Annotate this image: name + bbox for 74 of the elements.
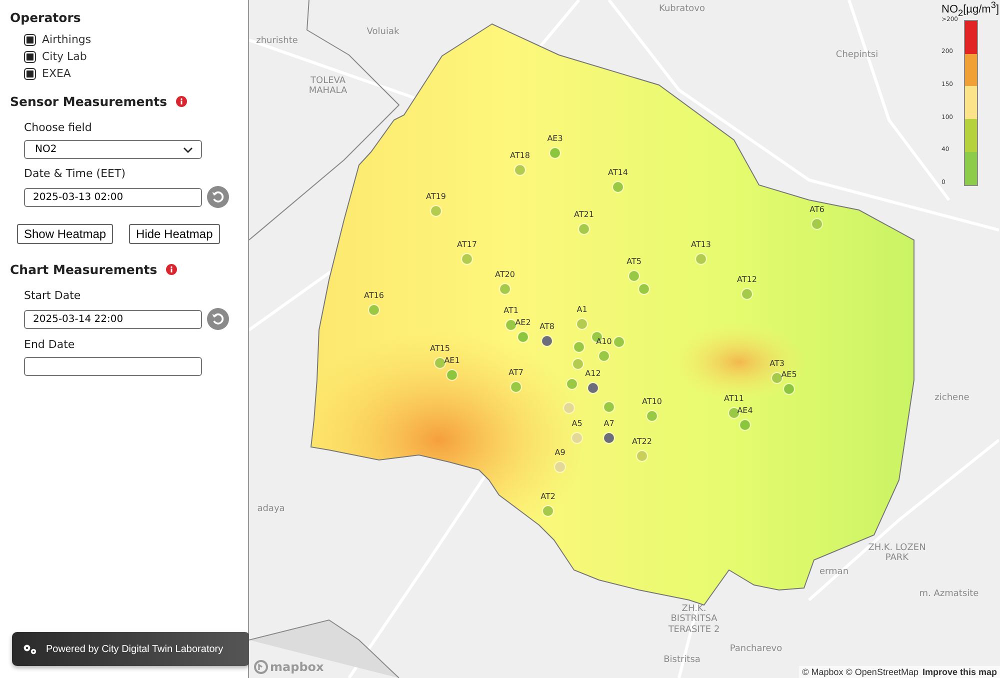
sensor-label: AE4 xyxy=(737,406,753,415)
sensor-label: AE1 xyxy=(444,356,460,365)
sensor-label: AT10 xyxy=(642,397,662,406)
sensor-label: A7 xyxy=(604,419,614,428)
sensor-label: AT8 xyxy=(540,322,554,331)
section-heading: Sensor Measurements xyxy=(10,94,168,109)
powered-by-badge[interactable]: Powered by City Digital Twin Laboratory xyxy=(12,632,250,666)
place-label: Chepintsi xyxy=(836,50,878,60)
mapbox-icon xyxy=(254,660,268,674)
sensor-label: AT7 xyxy=(508,368,524,377)
sensor-label: AT3 xyxy=(770,359,784,368)
field-label: Choose field xyxy=(24,121,93,134)
sensor-label: AT18 xyxy=(510,151,530,160)
place-label: zhurishte xyxy=(256,36,298,46)
reset-icon xyxy=(207,186,229,208)
place-label: adaya xyxy=(257,504,285,514)
checkbox[interactable] xyxy=(24,50,36,62)
place-label: Voluiak xyxy=(366,27,400,37)
sensor-label: AT22 xyxy=(632,437,652,446)
checkbox-label[interactable]: Airthings xyxy=(42,33,92,46)
place-label: zichene xyxy=(934,393,970,403)
sensor-label: AT19 xyxy=(426,192,446,201)
heatmap-button[interactable]: Show Heatmap xyxy=(17,224,114,244)
sensor-label: A12 xyxy=(585,369,601,378)
sensor-label: A5 xyxy=(572,419,582,428)
sensor-label: AT5 xyxy=(626,257,642,266)
field-label: End Date xyxy=(24,338,76,351)
sensor-label: AT13 xyxy=(691,240,711,249)
gears-icon xyxy=(22,643,38,655)
place-label: ZH.K. LOZEN PARK xyxy=(867,543,927,564)
sensor-label: AE3 xyxy=(547,134,563,143)
sensor-label: A10 xyxy=(596,337,612,346)
place-label: m. Azmatsite xyxy=(919,589,979,599)
checkbox[interactable] xyxy=(24,34,36,46)
place-label: ZH.K. BISTRITSA TERASITE 2 xyxy=(667,604,721,636)
section-heading: Operators xyxy=(10,10,81,25)
field-label: Date & Time (EET) xyxy=(24,167,126,180)
place-label: Bistritsa xyxy=(664,655,700,665)
sensor-label: AT12 xyxy=(737,275,757,284)
checkbox-label[interactable]: EXEA xyxy=(42,67,71,80)
sensor-label: AT16 xyxy=(364,291,384,300)
sensor-label: AE2 xyxy=(515,318,531,327)
sensor-label: AT1 xyxy=(504,306,518,315)
sensor-label: AT2 xyxy=(540,492,556,501)
sensor-label: AT17 xyxy=(457,240,477,249)
date-input[interactable] xyxy=(24,357,202,376)
field-label: Start Date xyxy=(24,289,82,302)
sensor-label: A1 xyxy=(576,305,588,314)
info-icon xyxy=(176,96,188,107)
place-label: TOLEVA MAHALA xyxy=(308,76,348,97)
legend-title: NO$_{2}$[µg/m$^{3}$] xyxy=(942,0,1000,18)
date-input[interactable]: 2025-03-14 22:00 xyxy=(24,310,202,328)
sensor-label: AT11 xyxy=(724,394,744,403)
attribution-text: © Mapbox © OpenStreetMap xyxy=(802,667,918,677)
sensor-label: AT20 xyxy=(495,270,515,279)
date-input[interactable]: 2025-03-13 02:00 xyxy=(24,188,202,206)
sensor-label: AT6 xyxy=(810,205,824,214)
sensor-label: A9 xyxy=(554,448,566,457)
field-dropdown[interactable]: NO2 xyxy=(24,140,202,159)
place-label: Kubratovo xyxy=(659,4,705,14)
improve-map-link[interactable]: Improve this map xyxy=(922,667,997,677)
heatmap-button[interactable]: Hide Heatmap xyxy=(129,224,220,244)
sensor-label: AT14 xyxy=(608,168,628,177)
checkbox-label[interactable]: City Lab xyxy=(42,50,87,63)
section-heading: Chart Measurements xyxy=(10,262,158,277)
checkbox[interactable] xyxy=(24,68,36,80)
reset-icon xyxy=(207,308,229,330)
chevron-icon xyxy=(183,146,193,152)
sensor-label: AT15 xyxy=(430,344,450,353)
place-label: erman xyxy=(819,567,849,577)
info-icon xyxy=(166,264,178,275)
sensor-label: AE5 xyxy=(781,370,797,379)
sensor-label: AT21 xyxy=(574,210,594,219)
place-label: Pancharevo xyxy=(730,644,782,654)
